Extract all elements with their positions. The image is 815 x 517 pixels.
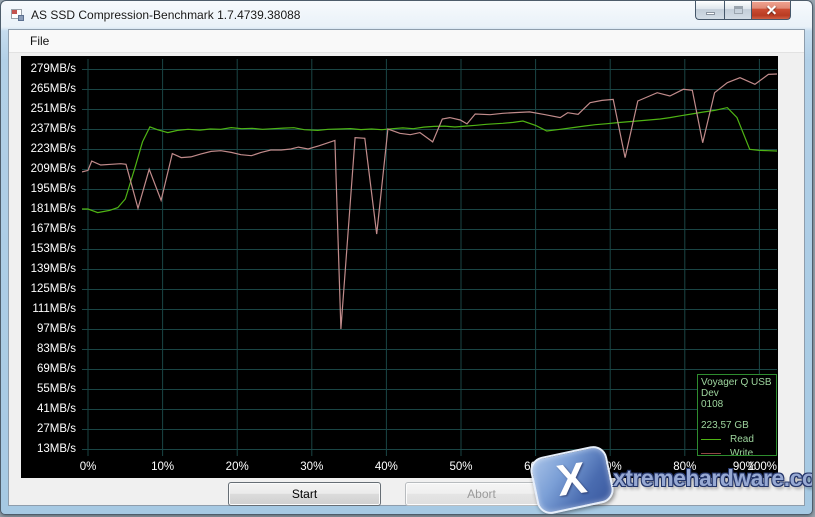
x-tick-label: 40%	[361, 459, 411, 475]
app-window: AS SSD Compression-Benchmark 1.7.4739.38…	[0, 0, 813, 515]
y-tick-label: 97MB/s	[21, 321, 76, 337]
x-tick-label: 70%	[585, 459, 635, 475]
plot-svg	[82, 59, 777, 456]
x-tick-label: 80%	[660, 459, 710, 475]
x-axis: 0%10%20%30%40%50%60%70%80%90%100%	[82, 456, 777, 478]
menu-file[interactable]: File	[23, 30, 56, 53]
x-tick-label: 50%	[436, 459, 486, 475]
y-tick-label: 41MB/s	[21, 401, 76, 417]
x-tick-label: 10%	[138, 459, 188, 475]
x-tick-label: 0%	[63, 459, 113, 475]
legend-read-label: Read	[730, 434, 754, 445]
write-line-swatch	[701, 453, 721, 454]
plot-area: Voyager Q USB Dev 0108 223,57 GB Read Wr…	[82, 59, 777, 456]
legend-write-row: Write	[701, 448, 776, 456]
x-tick-label: 60%	[511, 459, 561, 475]
y-tick-label: 55MB/s	[21, 381, 76, 397]
y-tick-label: 167MB/s	[21, 221, 76, 237]
y-axis: 279MB/s 265MB/s 251MB/s 237MB/s 223MB/s 209MB…	[21, 59, 78, 456]
app-icon-blue-square	[18, 15, 24, 21]
legend-device-name-line2: 0108	[701, 399, 776, 410]
y-tick-label: 69MB/s	[21, 361, 76, 377]
y-tick-label: 125MB/s	[21, 281, 76, 297]
write-line	[82, 74, 777, 329]
y-tick-label: 279MB/s	[21, 61, 76, 77]
y-tick-label: 237MB/s	[21, 121, 76, 137]
legend-capacity: 223,57 GB	[701, 420, 776, 431]
maximize-button[interactable]	[724, 1, 751, 20]
y-tick-label: 83MB/s	[21, 341, 76, 357]
app-icon	[10, 7, 26, 23]
y-tick-label: 195MB/s	[21, 181, 76, 197]
app-icon-red-square	[12, 10, 17, 14]
y-tick-label: 265MB/s	[21, 81, 76, 97]
y-tick-label: 27MB/s	[21, 421, 76, 437]
y-tick-label: 153MB/s	[21, 241, 76, 257]
window-title: AS SSD Compression-Benchmark 1.7.4739.38…	[31, 8, 300, 22]
close-icon	[765, 5, 778, 16]
legend-device-name-line1: Voyager Q USB Dev	[701, 377, 776, 399]
start-button[interactable]: Start	[228, 482, 381, 506]
y-tick-label: 251MB/s	[21, 101, 76, 117]
x-tick-label: 30%	[287, 459, 337, 475]
benchmark-chart: 279MB/s 265MB/s 251MB/s 237MB/s 223MB/s 209MB…	[21, 56, 778, 478]
maximize-icon	[734, 6, 743, 14]
client-area: File 279MB/s 265MB/s 251MB/s 237MB/s 223MB/s…	[8, 29, 805, 506]
legend-write-label: Write	[730, 448, 753, 456]
read-line-swatch	[701, 439, 721, 440]
grid-lines	[82, 59, 777, 456]
y-tick-label: 181MB/s	[21, 201, 76, 217]
x-tick-label: 100%	[729, 459, 777, 475]
y-tick-label: 209MB/s	[21, 161, 76, 177]
chart-legend: Voyager Q USB Dev 0108 223,57 GB Read Wr…	[697, 374, 777, 456]
legend-read-row: Read	[701, 434, 776, 445]
y-tick-label: 13MB/s	[21, 441, 76, 457]
read-line	[82, 108, 777, 213]
x-tick-label: 20%	[212, 459, 262, 475]
minimize-icon	[706, 12, 715, 15]
y-tick-label: 223MB/s	[21, 141, 76, 157]
close-button[interactable]	[751, 1, 791, 20]
y-tick-label: 111MB/s	[21, 301, 76, 317]
window-controls	[695, 1, 791, 20]
title-bar[interactable]: AS SSD Compression-Benchmark 1.7.4739.38…	[1, 1, 812, 29]
menu-bar: File	[9, 30, 804, 53]
minimize-button[interactable]	[695, 1, 724, 20]
y-tick-label: 139MB/s	[21, 261, 76, 277]
abort-button[interactable]: Abort	[405, 482, 558, 506]
